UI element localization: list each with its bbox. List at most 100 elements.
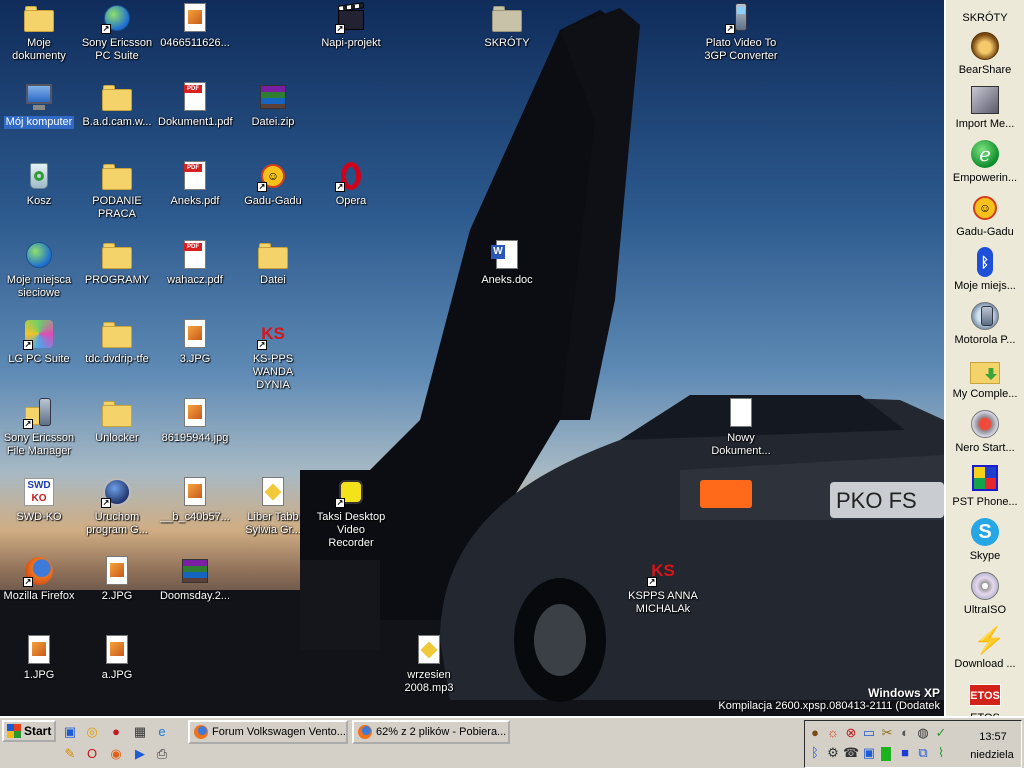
shortcut-gadu-gadu[interactable]: ☺ Gadu-Gadu (946, 192, 1024, 244)
shortcut-ultraiso[interactable]: UltraISO (946, 570, 1024, 622)
printer-icon[interactable]: ⎙ (154, 746, 170, 762)
opera-quick-icon[interactable]: O (84, 746, 100, 762)
desktop-icon-label: Aneks.doc (481, 274, 533, 286)
desktop-icon-label: SKRÓTY (484, 37, 530, 49)
desktop-icon-file-3-jpg[interactable]: 3.JPG (156, 318, 234, 366)
shortcut-my-complete[interactable]: My Comple... (946, 354, 1024, 406)
devices-tray-icon[interactable]: ⚙ (825, 745, 841, 761)
speaker-tray-icon[interactable]: ◐ (897, 725, 913, 741)
desktop-icon-file-2-jpg[interactable]: 2.JPG (78, 555, 156, 603)
desktop-icon-kspps-anna[interactable]: KS ↗ KSPPS ANNA MICHALAk (624, 555, 702, 616)
shortcut-import-me[interactable]: Import Me... (946, 84, 1024, 136)
desktop-icon-moje-dokumenty[interactable]: Moje dokumenty (0, 2, 78, 63)
desktop-icon-file-1-jpg[interactable]: 1.JPG (0, 634, 78, 682)
desktop-icon-file-a-jpg[interactable]: a.JPG (78, 634, 156, 682)
gadu-gadu-sun-icon: ☺ (969, 192, 1001, 224)
update-tray-icon[interactable]: ✓ (933, 725, 949, 741)
tools-icon[interactable]: ✎ (62, 746, 78, 762)
desktop-icon-kosz[interactable]: Kosz (0, 160, 78, 208)
task-button-download[interactable]: 62% z 2 plików - Pobiera... (352, 720, 510, 744)
shortcut-empowering[interactable]: e Empowerin... (946, 138, 1024, 190)
battery-tray-icon[interactable] (881, 747, 891, 761)
film-icon[interactable]: ▦ (132, 724, 148, 740)
desktop-icon-bad-cam[interactable]: B.a.d.cam.w... (78, 81, 156, 129)
desktop-icon-moj-komputer[interactable]: Mój komputer (0, 81, 78, 129)
desktop-icon-lg-pc-suite[interactable]: ↗ LG PC Suite (0, 318, 78, 366)
desktop-icon-wrzesien-mp3[interactable]: wrzesien 2008.mp3 (390, 634, 468, 695)
desktop-icon-tdc-dvdrip[interactable]: tdc.dvdrip-tfe (78, 318, 156, 366)
tools-tray-icon[interactable]: ✂ (879, 725, 895, 741)
desktop-icon-moje-miejsca-sieciowe[interactable]: Moje miejsca sieciowe (0, 239, 78, 300)
desktop-icon-uruchom-program[interactable]: ↗ Uruchom program G... (78, 476, 156, 537)
desktop-icon-taksi-desktop[interactable]: ↗ Taksi Desktop Video Recorder (312, 476, 390, 550)
empowering-e-icon: e (969, 138, 1001, 170)
start-button[interactable]: Start (2, 720, 56, 742)
shortcut-skype[interactable]: S Skype (946, 516, 1024, 568)
desktop-icon-podanie-praca[interactable]: PODANIE PRACA (78, 160, 156, 221)
shortcut-moje-miejsca[interactable]: ᛒ Moje miejs... (946, 246, 1024, 298)
desktop-icon-liber-tabb[interactable]: Liber Tabb Sylwia Gr... (234, 476, 312, 537)
shortcut-download[interactable]: ⚡ Download ... (946, 624, 1024, 676)
wireless-tray-icon[interactable]: ⌇ (933, 745, 949, 761)
shortcut-pst-phone[interactable]: PST Phone... (946, 462, 1024, 514)
desktop-icon-swd-ko[interactable]: SWD KO SWD-KO (0, 476, 78, 524)
shortcut-toolbar-title: SKRÓTY (962, 12, 1008, 24)
desktop-icon-wahacz-pdf[interactable]: PDF wahacz.pdf (156, 239, 234, 287)
desktop-icon-label: Dokument1.pdf (158, 116, 233, 128)
desktop-icon-opera[interactable]: ↗ Opera (312, 160, 390, 208)
desktop-icon-skroty-folder[interactable]: SKRÓTY (468, 2, 546, 50)
desktop-icon-dokument1-pdf[interactable]: PDF Dokument1.pdf (156, 81, 234, 129)
antivirus-tray-icon[interactable]: ⊗ (843, 725, 859, 741)
gadu-gadu-tray-icon[interactable]: ☼ (825, 725, 841, 741)
desktop-icon-file-86195944[interactable]: 86195944.jpg (156, 397, 234, 445)
desktop-icon-gadu-gadu[interactable]: ☺ ↗ Gadu-Gadu (234, 160, 312, 208)
firefox-quick-icon[interactable]: ◉ (108, 746, 124, 762)
desktop-icon-label: Moje miejsca sieciowe (6, 274, 72, 299)
network-places-icon (23, 239, 55, 271)
desktop-icon-label: LG PC Suite (8, 353, 70, 365)
folder-icon (101, 397, 133, 429)
desktop-icon-file-0466511626[interactable]: 0466511626... (156, 2, 234, 50)
desktop-icon-nowy-dokument[interactable]: Nowy Dokument... (702, 397, 780, 458)
shortcut-nero-start[interactable]: Nero Start... (946, 408, 1024, 460)
media-player-icon[interactable]: ▶ (132, 746, 148, 762)
shortcut-motorola[interactable]: Motorola P... (946, 300, 1024, 352)
desktop-icon-sony-ericsson-file-manager[interactable]: ↗ Sony Ericsson File Manager (0, 397, 78, 458)
clock-time[interactable]: 13:57 (967, 731, 1019, 743)
desktop-icon-datei-zip[interactable]: Datei.zip (234, 81, 312, 129)
security-tray-icon[interactable]: ◍ (915, 725, 931, 741)
phone-tray-icon[interactable]: ☎ (843, 745, 859, 761)
task-button-forum[interactable]: Forum Volkswagen Vento... (188, 720, 348, 744)
desktop-icon-aneks-doc[interactable]: W Aneks.doc (468, 239, 546, 287)
monitor-tray-icon[interactable]: ▣ (861, 745, 877, 761)
desktop-icon-programy[interactable]: PROGRAMY (78, 239, 156, 287)
desktop-icon-aneks-pdf[interactable]: PDF Aneks.pdf (156, 160, 234, 208)
lan-tray-icon[interactable]: ⧉ (915, 745, 931, 761)
bear-tray-icon[interactable]: ● (807, 725, 823, 741)
sun-clock-icon[interactable]: ◎ (84, 724, 100, 740)
network-card-tray-icon[interactable]: ▭ (861, 725, 877, 741)
desktop-icon-unlocker[interactable]: Unlocker (78, 397, 156, 445)
clock-day: niedziela (970, 749, 1014, 761)
display-tray-icon[interactable]: ■ (897, 745, 913, 761)
pdf-file-icon: PDF (179, 239, 211, 271)
desktop-icon-doomsday[interactable]: Doomsday.2... (156, 555, 234, 603)
desktop-icon-napi-projekt[interactable]: ↗ Napi-projekt (312, 2, 390, 50)
bluetooth-tray-icon[interactable]: ᛒ (807, 745, 823, 761)
desktop-icon-label: Taksi Desktop Video Recorder (316, 511, 386, 549)
show-desktop-icon[interactable]: ▣ (62, 724, 78, 740)
internet-explorer-icon[interactable]: e (154, 724, 170, 740)
etos-logo-icon: ETOS (969, 678, 1001, 710)
desktop-icon-label: a.JPG (101, 669, 133, 681)
desktop-icon-sony-ericsson-pc-suite[interactable]: ↗ Sony Ericsson PC Suite (78, 2, 156, 63)
desktop-icon-file-b-c40b57[interactable]: __b_c40b57... (156, 476, 234, 524)
windows-logo-icon (7, 724, 21, 738)
desktop-icon-datei-folder[interactable]: Datei (234, 239, 312, 287)
bear-icon (969, 30, 1001, 62)
desktop-icon-plato-video[interactable]: ↗ Plato Video To 3GP Converter (702, 2, 780, 63)
gadu-gadu-quick-icon[interactable]: ● (108, 724, 124, 740)
shortcut-bearshare[interactable]: BearShare (946, 30, 1024, 82)
desktop-icon-ks-pps-wanda[interactable]: KS ↗ KS-PPS WANDA DYNIA (234, 318, 312, 392)
desktop-icon-mozilla-firefox[interactable]: ↗ Mozilla Firefox (0, 555, 78, 603)
folder-icon (257, 239, 289, 271)
